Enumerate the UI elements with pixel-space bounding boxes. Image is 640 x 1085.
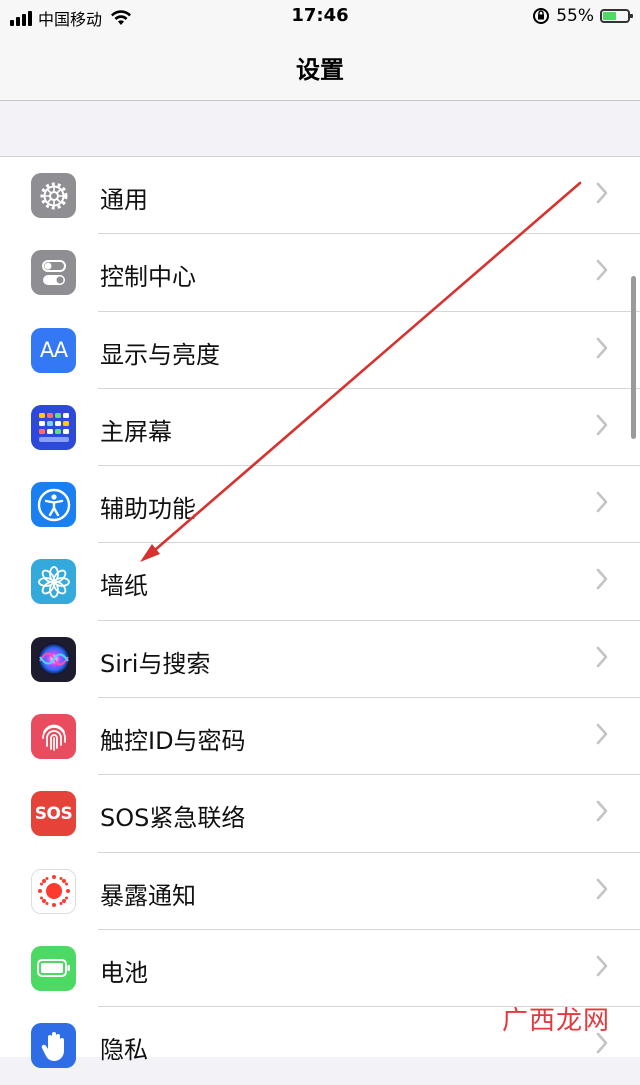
watermark: 广西龙网 [501,1006,610,1036]
annotation-arrow [140,181,582,562]
